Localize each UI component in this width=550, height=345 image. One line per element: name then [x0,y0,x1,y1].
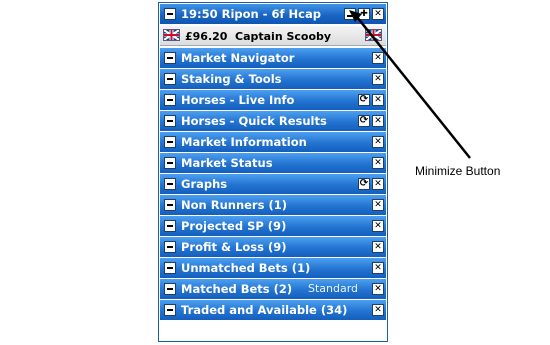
annotation-label: Minimize Button [415,164,501,178]
arrow-line [356,16,471,159]
